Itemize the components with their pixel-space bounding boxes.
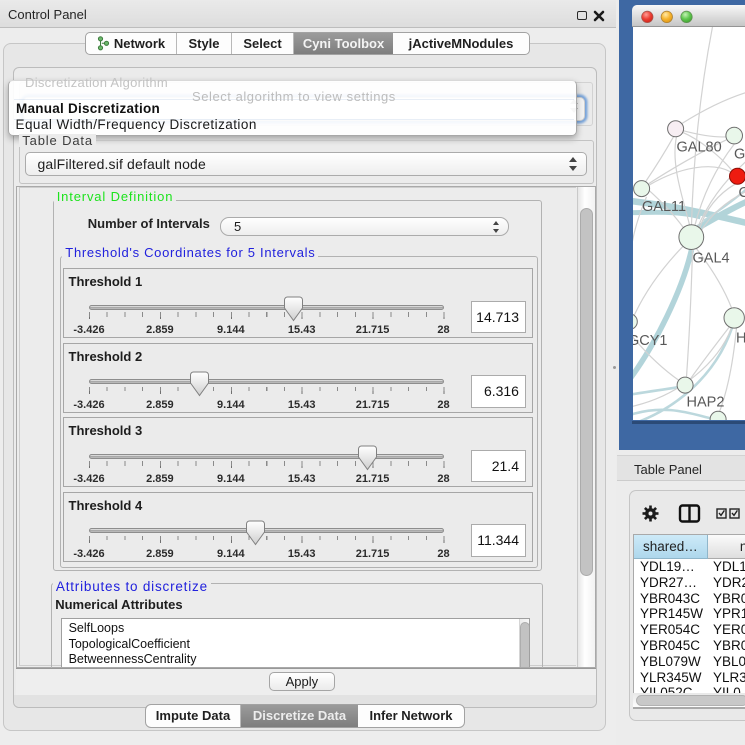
svg-text:HAP2: HAP2 (686, 394, 724, 410)
svg-text:H: H (736, 330, 745, 346)
svg-text:G.: G. (734, 146, 745, 162)
svg-text:GAL80: GAL80 (676, 139, 721, 155)
svg-text:C: C (738, 185, 745, 201)
svg-text:GCY1: GCY1 (633, 333, 668, 349)
svg-text:GAL11: GAL11 (642, 199, 686, 215)
svg-text:GAL4: GAL4 (692, 250, 729, 266)
